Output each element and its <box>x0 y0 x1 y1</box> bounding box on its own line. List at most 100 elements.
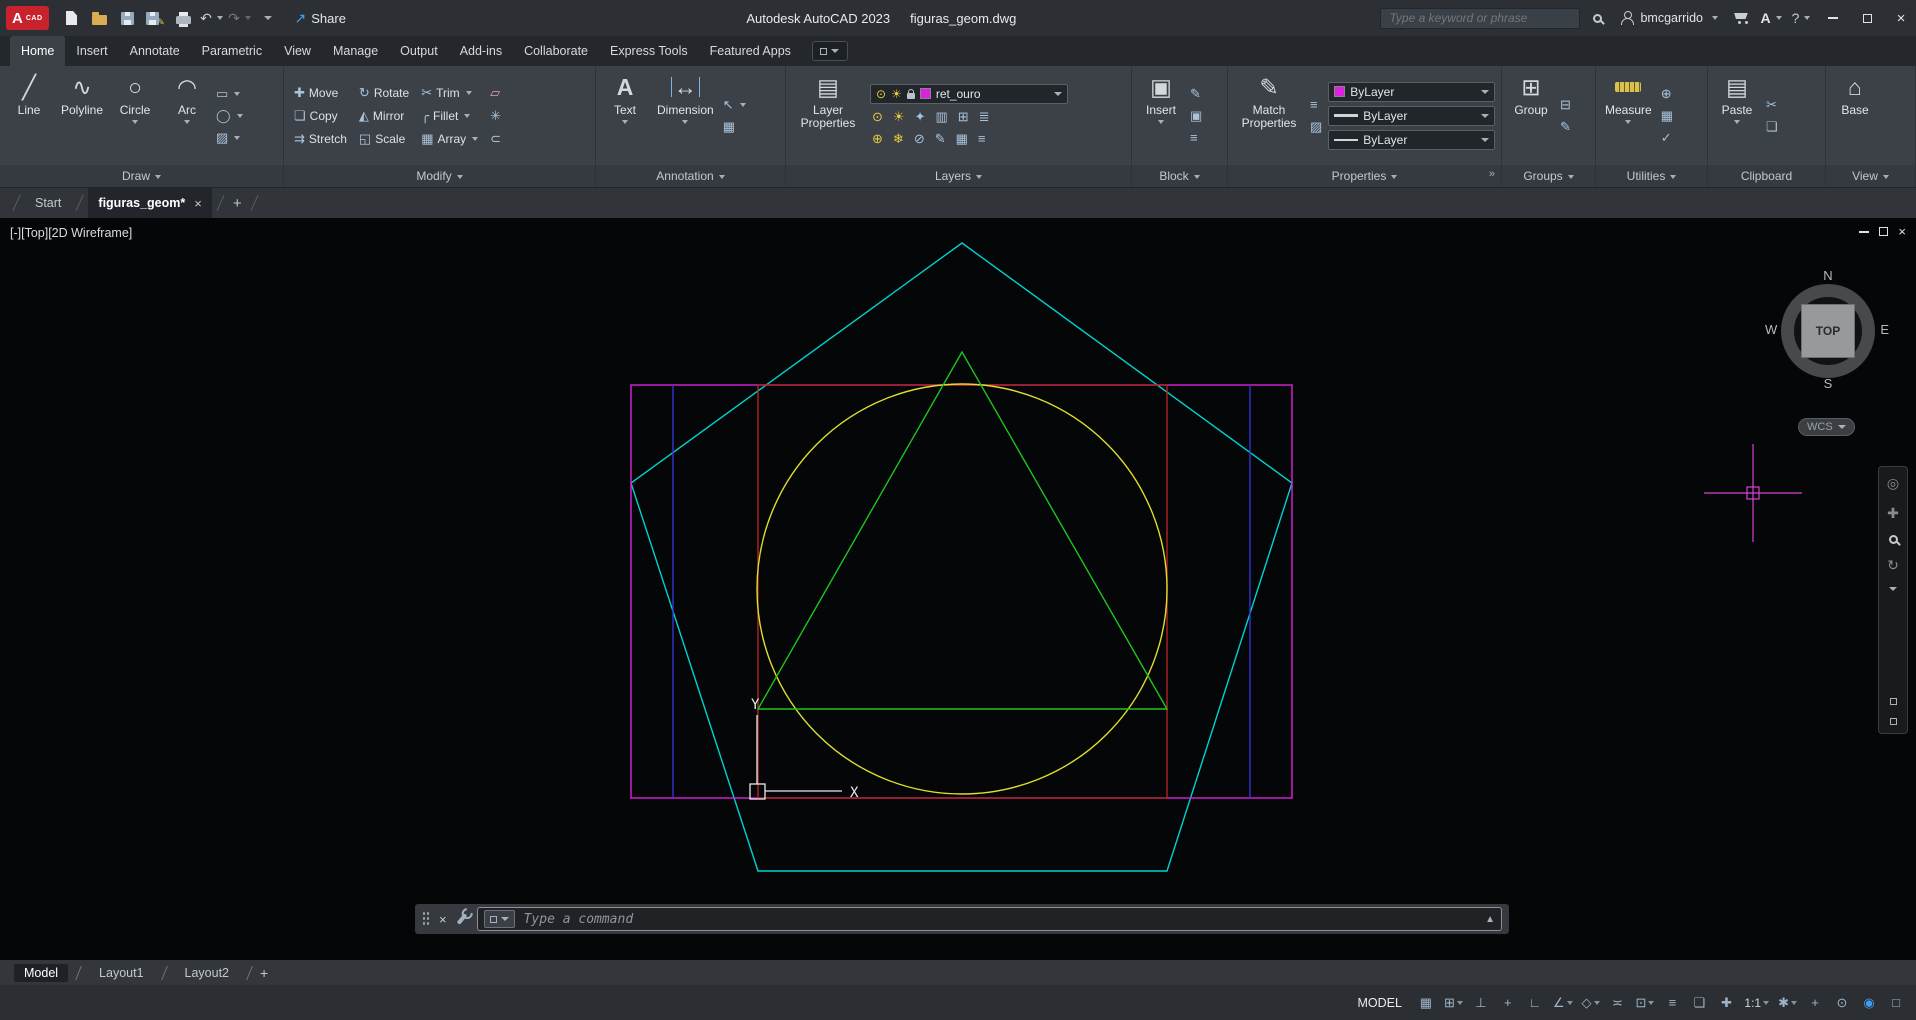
view-cube[interactable]: N S W E TOP <box>1765 268 1889 392</box>
tab-collaborate[interactable]: Collaborate <box>513 36 599 66</box>
save-button[interactable] <box>115 6 141 30</box>
save-as-button[interactable]: ✎ <box>143 6 169 30</box>
match-properties-button[interactable]: ✎ Match Properties <box>1234 69 1304 162</box>
tab-output[interactable]: Output <box>389 36 449 66</box>
object-snap-button[interactable]: ⊡ <box>1633 991 1658 1015</box>
new-layout-button[interactable]: + <box>260 965 268 981</box>
trim-button[interactable]: ✂ Trim <box>421 84 478 102</box>
id-point-button[interactable]: ⊕ <box>1661 85 1673 103</box>
redo-button[interactable]: ↷ <box>227 6 253 30</box>
isolate-objects-button[interactable]: ⊙ <box>1830 991 1854 1015</box>
layer-tool-button[interactable]: ≣ <box>979 108 990 126</box>
scale-button[interactable]: ◱ Scale <box>359 130 409 148</box>
file-tab-start[interactable]: Start <box>25 188 71 218</box>
model-space-button[interactable]: MODEL <box>1348 996 1410 1010</box>
infer-constraints-button[interactable]: ⊥ <box>1469 991 1493 1015</box>
tab-addins[interactable]: Add-ins <box>449 36 513 66</box>
tab-annotate[interactable]: Annotate <box>119 36 191 66</box>
tab-home[interactable]: Home <box>10 36 66 66</box>
pan-icon[interactable]: ✚ <box>1887 505 1899 522</box>
viewcube-east[interactable]: E <box>1880 322 1889 337</box>
rotate-button[interactable]: ↻ Rotate <box>359 84 409 102</box>
new-file-button[interactable] <box>59 6 85 30</box>
viewport-minimize-icon[interactable] <box>1859 230 1870 233</box>
workspace-switching-button[interactable]: ✱ <box>1775 991 1800 1015</box>
layer-tool-button[interactable]: ▥ <box>935 108 947 126</box>
properties-list-button[interactable]: ≡ <box>1310 96 1322 114</box>
app-store-button[interactable] <box>1728 6 1754 30</box>
dialog-launcher-icon[interactable]: » <box>1489 168 1495 180</box>
move-button[interactable]: ✚ Move <box>294 84 347 102</box>
command-close-icon[interactable]: × <box>439 912 447 927</box>
wcs-selector[interactable]: WCS <box>1798 418 1855 436</box>
share-button[interactable]: ↗ Share <box>295 10 346 27</box>
dynamic-input-button[interactable]: + <box>1496 991 1520 1015</box>
text-button[interactable]: A Text <box>602 69 648 162</box>
copy-clip-button[interactable]: ❏ <box>1766 118 1778 136</box>
search-input[interactable] <box>1380 7 1581 29</box>
paste-button[interactable]: ▤ Paste <box>1714 69 1760 162</box>
command-line[interactable]: × Type a command ▲ <box>415 904 1509 934</box>
erase-button[interactable]: ▱ <box>490 84 501 102</box>
dimension-button[interactable]: ↔ Dimension <box>654 69 717 162</box>
minimize-button[interactable] <box>1818 5 1848 31</box>
lineweight-display-button[interactable]: ≡ <box>1660 991 1684 1015</box>
showmotion-icon[interactable] <box>1889 587 1897 591</box>
polyline-button[interactable]: ∿ Polyline <box>58 69 106 162</box>
zoom-icon[interactable] <box>1888 535 1898 544</box>
account-button[interactable]: bmcgarrido <box>1614 11 1724 25</box>
annotation-scale-button[interactable]: 1:1 <box>1741 991 1772 1015</box>
layer-tool-button[interactable]: ≡ <box>978 130 986 148</box>
offset-button[interactable]: ⊂ <box>490 130 501 148</box>
panel-block-label[interactable]: Block <box>1132 165 1227 187</box>
navigation-wheel-icon[interactable]: ◎ <box>1887 475 1899 492</box>
layer-tool-button[interactable]: ▦ <box>956 130 968 148</box>
create-block-button[interactable]: ▣ <box>1190 107 1202 125</box>
panel-groups-label[interactable]: Groups <box>1502 165 1595 187</box>
ellipse-button[interactable]: ◯ <box>216 107 243 125</box>
plot-button[interactable] <box>171 6 197 30</box>
stretch-button[interactable]: ⇉ Stretch <box>294 130 347 148</box>
layer-tool-button[interactable]: ⊕ <box>872 130 883 148</box>
lineweight-dropdown[interactable]: ByLayer <box>1328 105 1495 126</box>
leader-button[interactable]: ↖ <box>723 96 746 114</box>
line-button[interactable]: ╱ Line <box>6 69 52 162</box>
viewcube-top-face[interactable]: TOP <box>1801 304 1855 358</box>
hatch-button[interactable]: ▨ <box>216 129 243 147</box>
pentagon-shape[interactable] <box>630 242 1293 872</box>
fillet-button[interactable]: ╭ Fillet <box>421 107 478 125</box>
ungroup-button[interactable]: ⊟ <box>1560 96 1571 114</box>
explode-button[interactable]: ✳ <box>490 107 501 125</box>
model-tab[interactable]: Model <box>14 963 69 982</box>
open-file-button[interactable] <box>87 6 113 30</box>
nav-extra-tool-icon[interactable] <box>1889 718 1897 725</box>
autodesk-apps-button[interactable]: A <box>1758 6 1784 30</box>
graphics-performance-button[interactable]: ◉ <box>1857 991 1881 1015</box>
copy-button[interactable]: ❏ Copy <box>294 107 347 125</box>
panel-utilities-label[interactable]: Utilities <box>1596 165 1707 187</box>
layer-tool-button[interactable]: ⊙ <box>872 108 883 126</box>
panel-properties-label[interactable]: Properties » <box>1228 165 1501 187</box>
tab-express-tools[interactable]: Express Tools <box>599 36 699 66</box>
viewcube-north[interactable]: N <box>1772 268 1884 283</box>
insert-button[interactable]: ▣ Insert <box>1138 69 1184 162</box>
group-button[interactable]: ⊞ Group <box>1508 69 1554 162</box>
grid-button[interactable]: ▦ <box>1414 991 1438 1015</box>
snap-button[interactable]: ⊞ <box>1441 991 1466 1015</box>
ribbon-display-toggle[interactable] <box>811 41 848 61</box>
tab-parametric[interactable]: Parametric <box>191 36 273 66</box>
quick-select-button[interactable]: ✓ <box>1661 129 1673 147</box>
triangle-shape[interactable] <box>756 350 1169 710</box>
circle-shape[interactable] <box>756 383 1168 795</box>
maximize-button[interactable] <box>1852 5 1882 31</box>
object-snap-tracking-button[interactable]: ≍ <box>1606 991 1630 1015</box>
close-button[interactable]: × <box>1886 5 1916 31</box>
layer-properties-button[interactable]: ▤ Layer Properties <box>792 69 864 162</box>
layer-tool-button[interactable]: ✦ <box>915 108 926 126</box>
close-tab-icon[interactable]: × <box>194 196 202 211</box>
edit-attributes-button[interactable]: ✎ <box>1190 85 1202 103</box>
layer-tool-button[interactable]: ⊞ <box>958 108 969 126</box>
group-edit-button[interactable]: ✎ <box>1560 118 1571 136</box>
command-input[interactable]: Type a command ▲ <box>476 907 1502 931</box>
panel-modify-label[interactable]: Modify <box>284 165 595 187</box>
